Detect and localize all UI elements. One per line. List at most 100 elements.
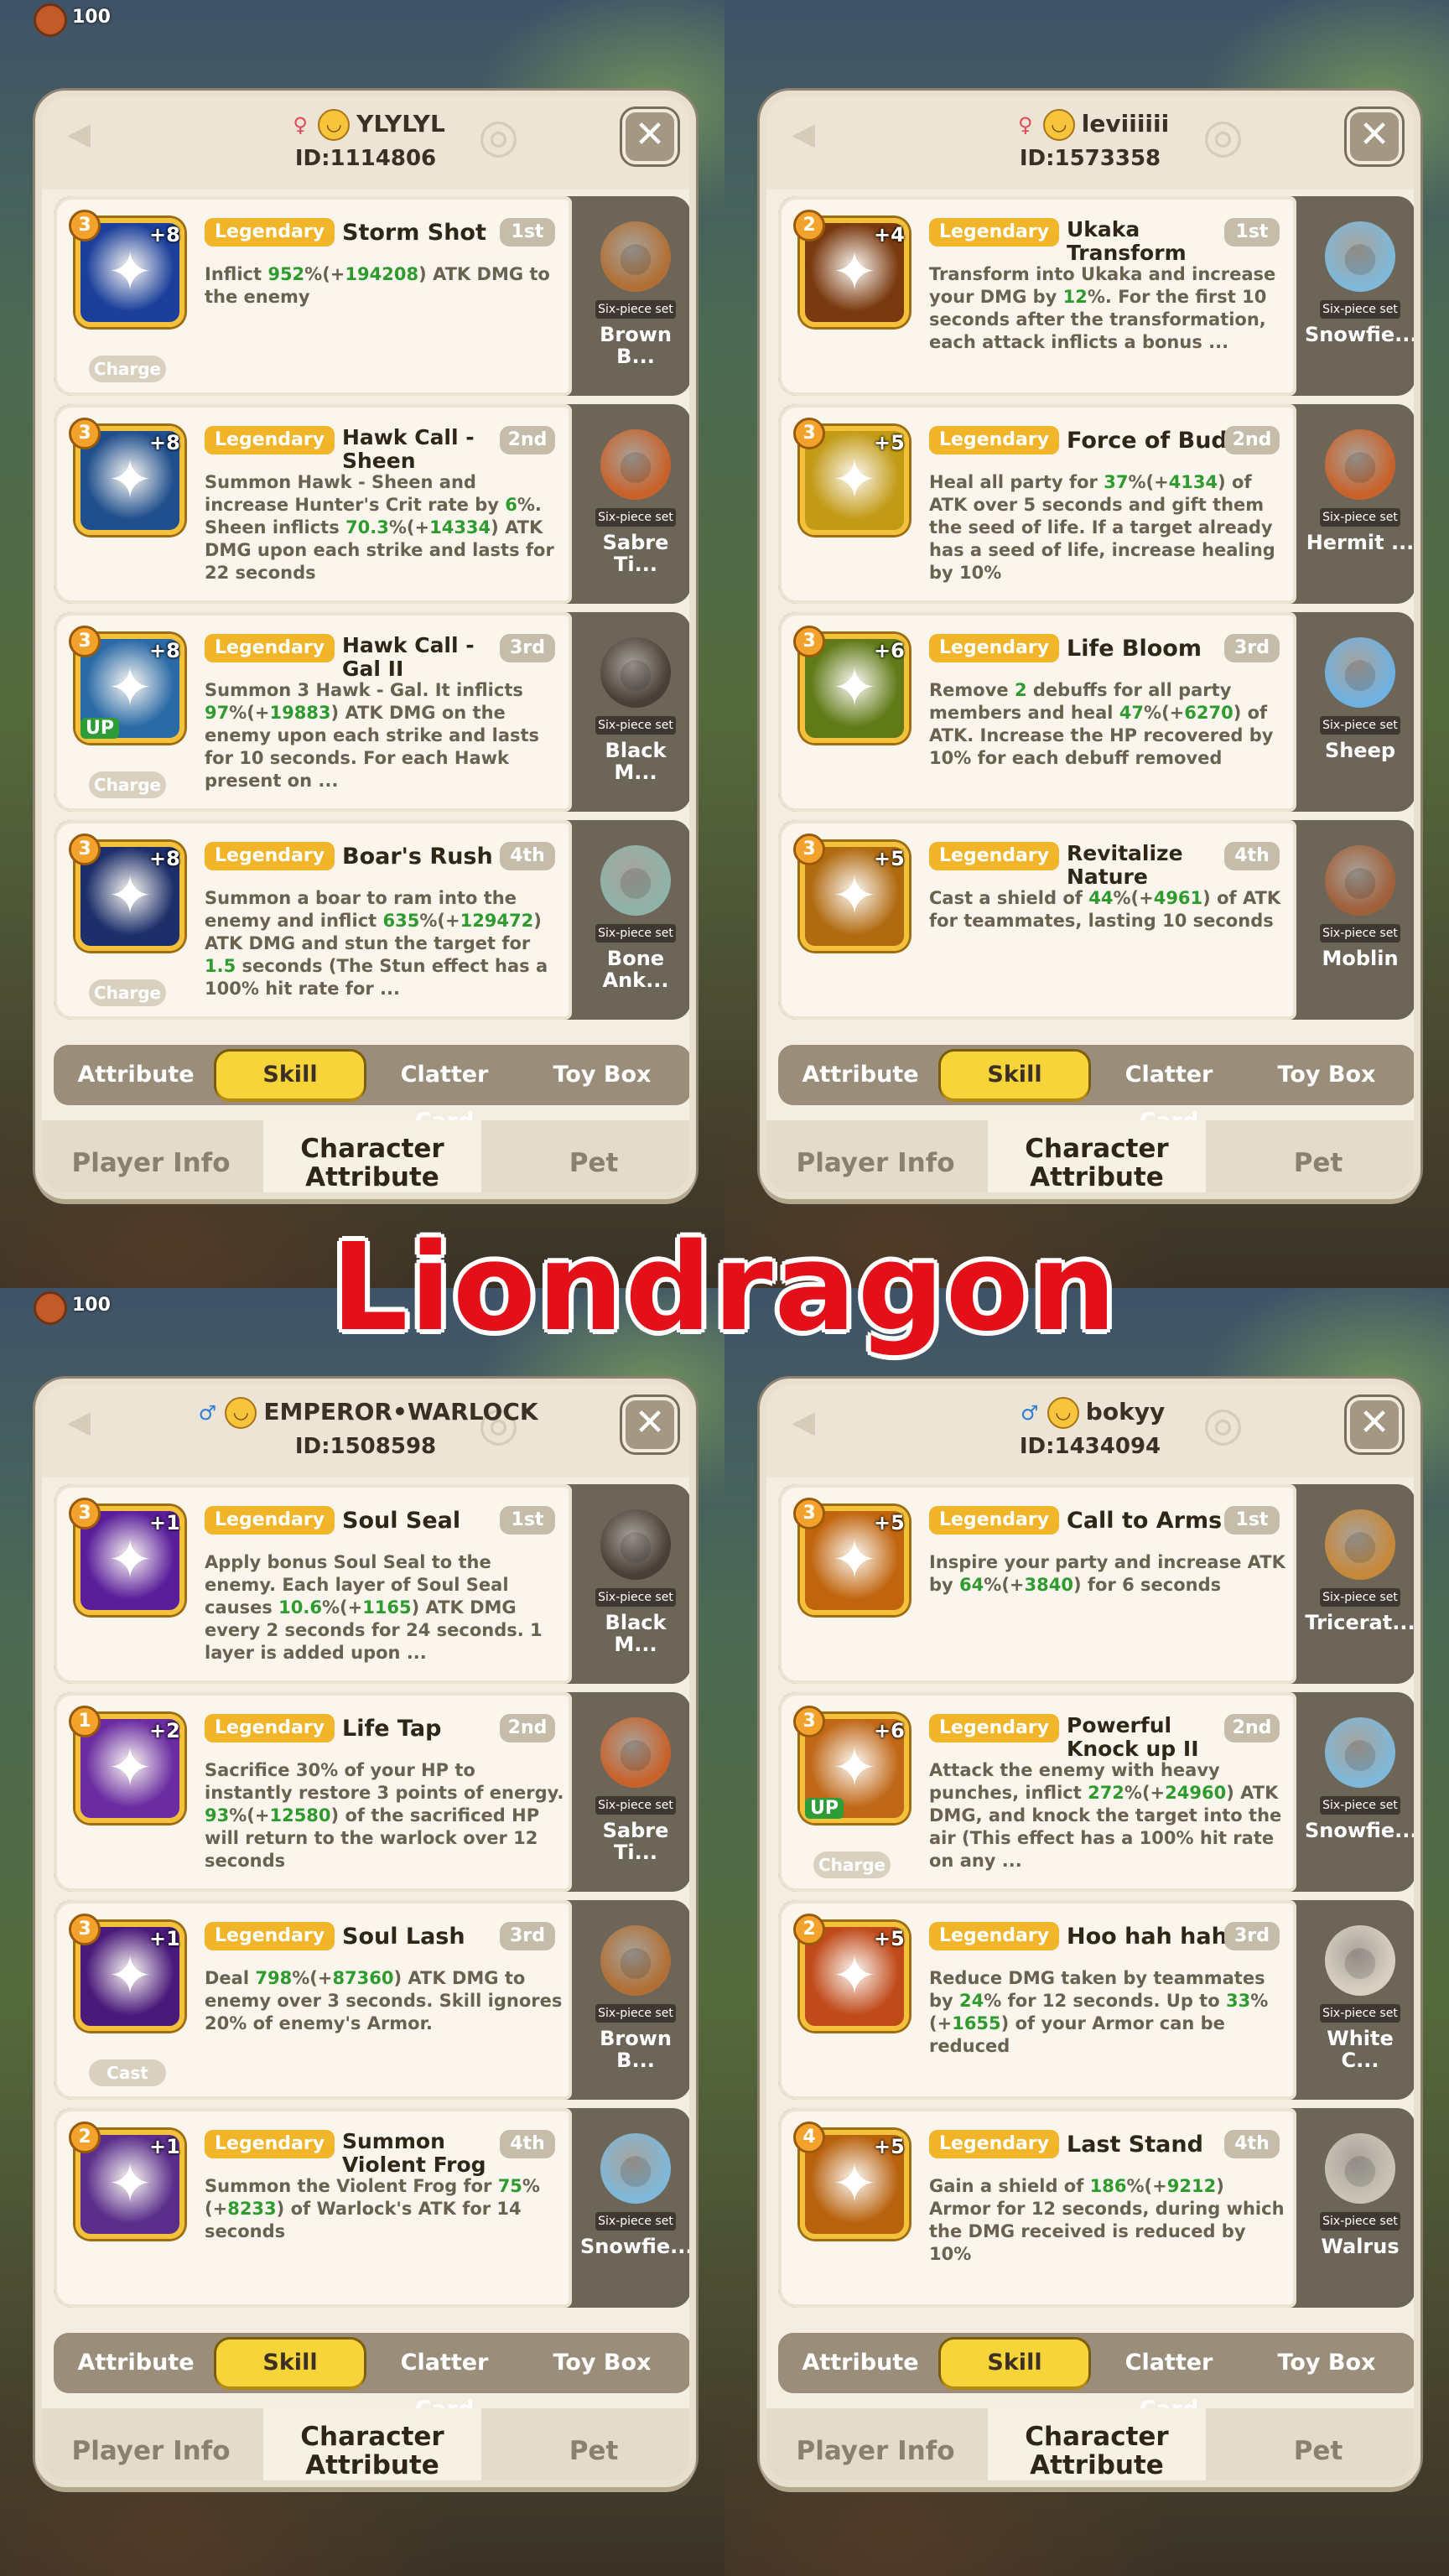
nav-pet[interactable]: Pet [485,2408,689,2480]
nav-character-attribute[interactable]: Character Attribute [263,2408,481,2480]
skill-card[interactable]: ✦ 1 +2 Legendary Life Tap 2nd Sacrifice 30% of… [54,1692,689,1892]
skill-card[interactable]: ✦ 2 +4 Legendary Ukaka Transform 1st Transform… [778,196,1414,396]
skill-name: Soul Seal [342,1508,461,1534]
skill-card[interactable]: ✦ 3 +5 Legendary Force of Bud 2nd Heal all par… [778,404,1414,604]
pet-slot[interactable]: ● Six-piece set Walrus [1305,2108,1414,2308]
player-panel: ◂ ◎ ♂ ◡ EMPEROR•WARLOCK ID:1508598 ✕ ✦ 3 +1 Legend… [35,1379,696,2487]
tab-clatter-card[interactable]: Clatter Card [1095,1052,1243,1135]
nav-character-attribute[interactable]: Character Attribute [988,2408,1206,2480]
skill-slot-ordinal: 1st [500,218,555,247]
sub-tab-bar: AttributeSkillClatter CardToy Box [54,1045,689,1135]
skill-card[interactable]: ✦ 3 +5 Legendary Revitalize Nature 4th Cast a … [778,820,1414,1020]
skill-card[interactable]: ✦ 3 +6 Legendary Life Bloom 3rd Remove 2 debuf… [778,612,1414,812]
pet-slot[interactable]: ● Six-piece set Sabre Ti... [580,404,689,604]
pet-slot[interactable]: ● Six-piece set Tricerat... [1305,1484,1414,1684]
tab-toy-box[interactable]: Toy Box [528,1052,676,1098]
skill-name: Soul Lash [342,1924,465,1950]
rarity-badge: Legendary [929,1506,1060,1535]
skill-card[interactable]: ✦ 3 +6 UP Charge Legendary Powerful Knock up I… [778,1692,1414,1892]
nav-player-info[interactable]: Player Info [766,1120,984,1192]
nav-pet[interactable]: Pet [1209,1120,1414,1192]
pet-slot[interactable]: ● Six-piece set Bone Ank... [580,820,689,1020]
skill-card[interactable]: ✦ 3 +8 Legendary Hawk Call - Sheen 2nd Summon … [54,404,689,604]
close-button[interactable]: ✕ [622,109,678,164]
skill-slot-ordinal: 2nd [500,426,555,454]
six-piece-set-tag: Six-piece set [1320,2212,1400,2231]
pet-name: Sabre Ti... [602,531,669,576]
skill-level-badge: 3 [69,626,101,657]
pet-slot[interactable]: ● Six-piece set Sheep [1305,612,1414,812]
tab-toy-box[interactable]: Toy Box [1253,1052,1400,1098]
skill-value: 6 [505,495,517,515]
skill-plus-level: +4 [874,223,905,247]
snowfield-pet-icon: ● [1325,1717,1395,1788]
nav-pet[interactable]: Pet [485,1120,689,1192]
skill-slot-ordinal: 3rd [500,1922,555,1950]
tab-skill[interactable]: Skill [941,2340,1088,2386]
tab-attribute[interactable]: Attribute [62,1052,210,1098]
pet-slot[interactable]: ● Six-piece set Snowfie... [580,2108,689,2308]
skill-card-body: ✦ 3 +5 Legendary Call to Arms 1st Inspire your… [778,1484,1296,1684]
pet-slot[interactable]: ● Six-piece set Snowfie... [1305,1692,1414,1892]
pet-slot[interactable]: ● Six-piece set Brown B... [580,1900,689,2100]
skill-value: 12 [1062,287,1088,307]
nav-player-info[interactable]: Player Info [42,1120,260,1192]
skill-card-body: ✦ 1 +2 Legendary Life Tap 2nd Sacrifice 30% of… [54,1692,572,1892]
tab-attribute[interactable]: Attribute [62,2340,210,2386]
tab-clatter-card[interactable]: Clatter Card [371,2340,518,2423]
pet-slot[interactable]: ● Six-piece set Black M... [580,1484,689,1684]
tab-clatter-card[interactable]: Clatter Card [371,1052,518,1135]
male-icon: ♂ [1021,1401,1039,1425]
skill-card[interactable]: ✦ 2 +1 Legendary Summon Violent Frog 4th Summo… [54,2108,689,2308]
nav-player-info[interactable]: Player Info [42,2408,260,2480]
skill-text: Summon the Violent Frog for [205,2176,498,2196]
pet-slot[interactable]: ● Six-piece set Brown B... [580,196,689,396]
tab-clatter-card[interactable]: Clatter Card [1095,2340,1243,2423]
skill-text: %(+ [388,517,430,538]
skill-value: 1655 [952,2013,1001,2033]
skill-card-body: ✦ 3 +8 Charge Legendary Storm Shot 1st Inflict … [54,196,572,396]
pet-slot[interactable]: ● Six-piece set Black M... [580,612,689,812]
bottom-nav: Player Info Character Attribute Pet [766,2408,1414,2480]
pet-name: Brown B... [600,2027,672,2072]
skill-value: 12580 [269,1805,331,1826]
skill-text: Cast a shield of [929,888,1089,908]
close-button[interactable]: ✕ [622,1397,678,1452]
skill-card[interactable]: ✦ 3 +5 Legendary Call to Arms 1st Inspire your… [778,1484,1414,1684]
female-icon: ♀ [1017,113,1033,137]
skill-card[interactable]: ✦ 3 +1 Cast Legendary Soul Lash 3rd Deal 798%(+… [54,1900,689,2100]
close-button[interactable]: ✕ [1347,109,1402,164]
skill-description: Gain a shield of 186%(+9212) Armor for 1… [929,2175,1290,2293]
skill-value: 44 [1088,888,1114,908]
pet-slot[interactable]: ● Six-piece set Moblin [1305,820,1414,1020]
pet-slot[interactable]: ● Six-piece set White C... [1305,1900,1414,2100]
skill-card[interactable]: ✦ 3 +8 Charge Legendary Boar's Rush 4th Summon … [54,820,689,1020]
pet-slot[interactable]: ● Six-piece set Hermit ... [1305,404,1414,604]
pet-slot[interactable]: ● Six-piece set Sabre Ti... [580,1692,689,1892]
skill-card[interactable]: ✦ 3 +1 Legendary Soul Seal 1st Apply bonus Sou… [54,1484,689,1684]
skill-card[interactable]: ✦ 3 +8 Charge Legendary Storm Shot 1st Inflict … [54,196,689,396]
nav-character-attribute[interactable]: Character Attribute [988,1120,1206,1192]
skill-card[interactable]: ✦ 2 +5 Legendary Hoo hah hah 3rd Reduce DMG ta… [778,1900,1414,2100]
nav-pet[interactable]: Pet [1209,2408,1414,2480]
close-button[interactable]: ✕ [1347,1397,1402,1452]
rarity-badge: Legendary [205,1922,335,1950]
tab-skill[interactable]: Skill [941,1052,1088,1098]
pet-slot[interactable]: ● Six-piece set Snowfie... [1305,196,1414,396]
skill-type-pill: Charge [89,771,166,798]
tab-attribute[interactable]: Attribute [787,1052,934,1098]
tab-skill[interactable]: Skill [216,1052,364,1098]
skill-card[interactable]: ✦ 3 +8 UP Charge Legendary Hawk Call - Gal II 3… [54,612,689,812]
tab-attribute[interactable]: Attribute [787,2340,934,2386]
tab-toy-box[interactable]: Toy Box [1253,2340,1400,2386]
skill-card[interactable]: ✦ 4 +5 Legendary Last Stand 4th Gain a shield … [778,2108,1414,2308]
skill-description: Inflict 952%(+194208) ATK DMG to the ene… [205,263,565,381]
skill-description: Deal 798%(+87360) ATK DMG to enemy over … [205,1967,565,2085]
nav-player-info[interactable]: Player Info [766,2408,984,2480]
skill-slot-ordinal: 2nd [500,1714,555,1742]
tab-skill[interactable]: Skill [216,2340,364,2386]
skill-card-body: ✦ 3 +6 Legendary Life Bloom 3rd Remove 2 debuf… [778,612,1296,812]
tab-toy-box[interactable]: Toy Box [528,2340,676,2386]
skill-value: 6270 [1184,703,1233,723]
nav-character-attribute[interactable]: Character Attribute [263,1120,481,1192]
